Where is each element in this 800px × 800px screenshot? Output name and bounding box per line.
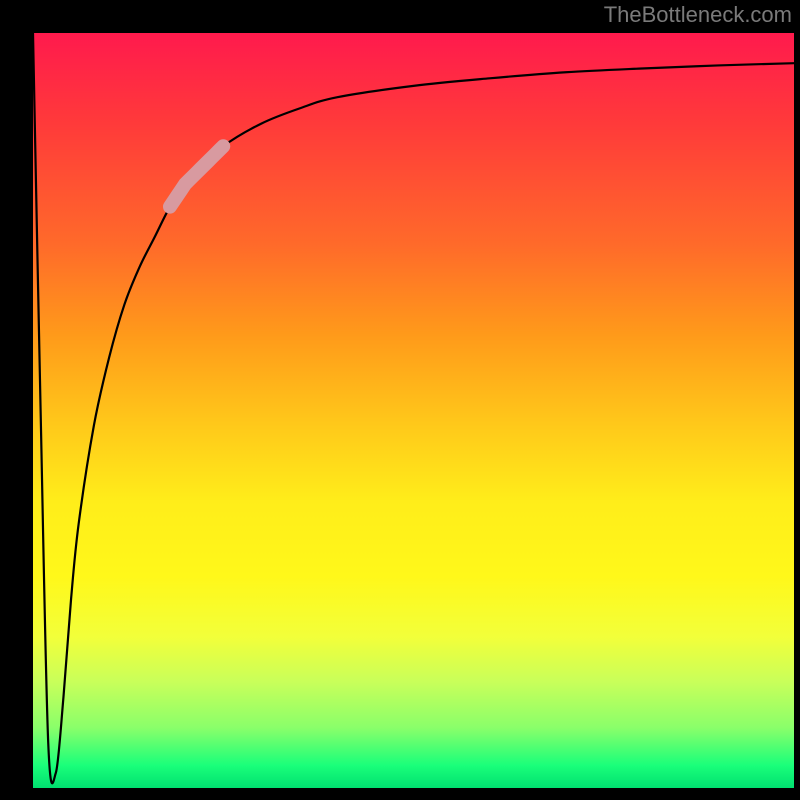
plot-area: [33, 33, 794, 788]
curve-layer: [33, 33, 794, 788]
bottleneck-curve-path: [33, 33, 794, 783]
highlight-segment: [170, 146, 223, 206]
chart-frame: TheBottleneck.com: [0, 0, 800, 800]
watermark-text: TheBottleneck.com: [604, 2, 792, 28]
